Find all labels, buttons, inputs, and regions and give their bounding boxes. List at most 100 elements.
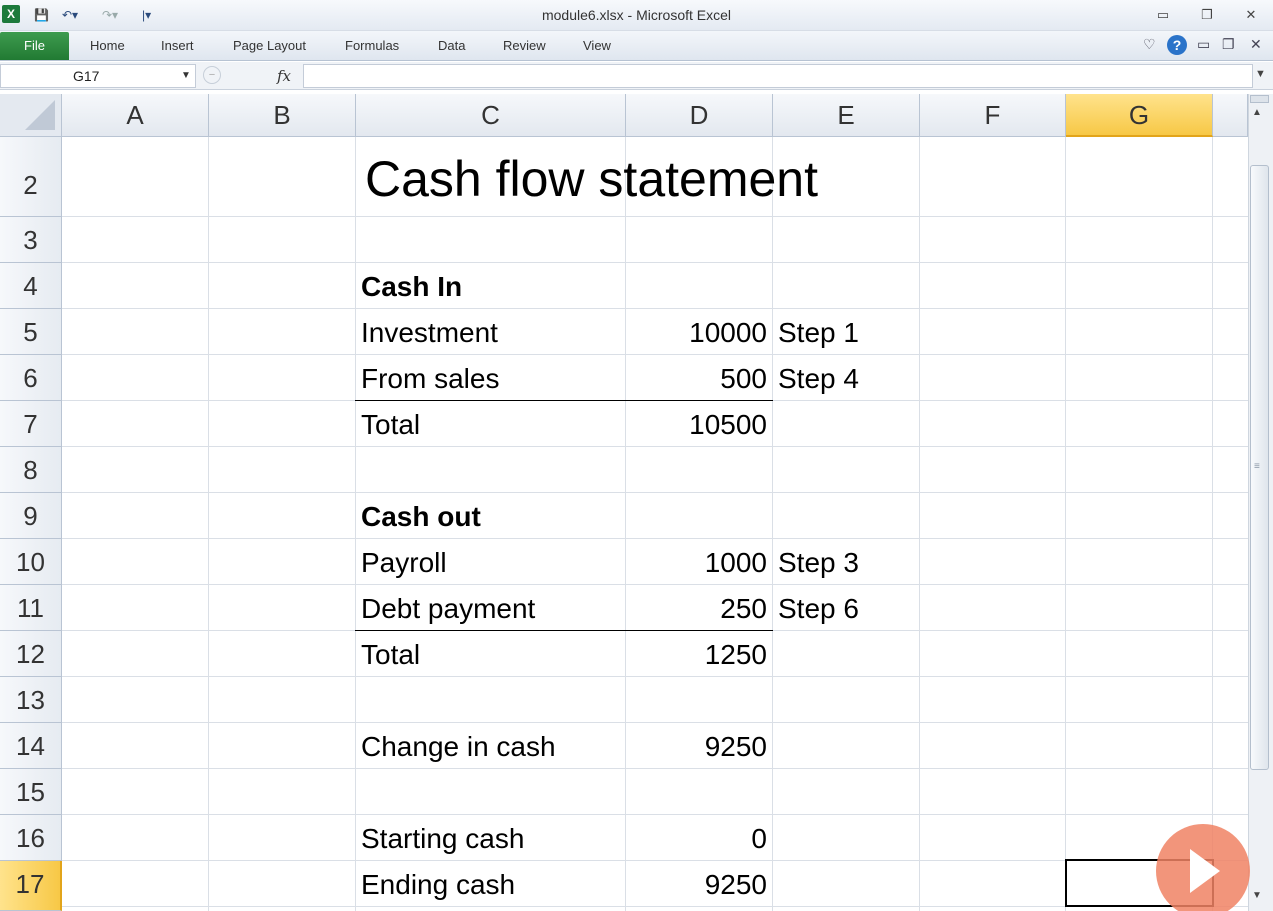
tab-page-layout[interactable]: Page Layout — [233, 38, 306, 53]
column-header-g[interactable]: G — [1066, 94, 1213, 137]
investment-label[interactable]: Investment — [361, 317, 498, 349]
payroll-value[interactable]: 1000 — [626, 547, 767, 579]
column-header-c[interactable]: C — [356, 94, 626, 137]
minimize-ribbon-icon[interactable]: ♡ — [1143, 36, 1156, 53]
restore-icon[interactable]: ❐ — [1194, 5, 1220, 25]
cash-in-header[interactable]: Cash In — [361, 271, 462, 303]
investment-note[interactable]: Step 1 — [778, 317, 859, 349]
file-tab[interactable]: File — [0, 32, 69, 60]
minimize-icon[interactable]: ▭ — [1150, 5, 1176, 25]
column-header-f[interactable]: F — [920, 94, 1066, 137]
row-header-16[interactable]: 16 — [0, 815, 62, 861]
payroll-note[interactable]: Step 3 — [778, 547, 859, 579]
column-header-partial[interactable] — [1213, 94, 1248, 137]
spreadsheet-grid[interactable]: A B C D E F G 2 3 4 5 6 7 8 9 10 11 12 1… — [0, 94, 1248, 911]
gridline — [62, 446, 1248, 447]
tab-view[interactable]: View — [583, 38, 611, 53]
cash-out-header[interactable]: Cash out — [361, 501, 481, 533]
row-header-14[interactable]: 14 — [0, 723, 62, 769]
row-header-6[interactable]: 6 — [0, 355, 62, 401]
row-header-11[interactable]: 11 — [0, 585, 62, 631]
gridline — [62, 308, 1248, 309]
ending-cash-value[interactable]: 9250 — [626, 869, 767, 901]
row-header-8[interactable]: 8 — [0, 447, 62, 493]
row-header-15[interactable]: 15 — [0, 769, 62, 815]
column-header-d[interactable]: D — [626, 94, 773, 137]
cash-out-total-label[interactable]: Total — [361, 639, 420, 671]
row-header-3[interactable]: 3 — [0, 217, 62, 263]
gridline — [625, 137, 626, 911]
row-header-4[interactable]: 4 — [0, 263, 62, 309]
formula-bar: G17 ▼ − fx ▼ — [0, 62, 1273, 90]
close-icon[interactable]: ✕ — [1238, 5, 1264, 25]
row-header-7[interactable]: 7 — [0, 401, 62, 447]
workbook-close-icon[interactable]: ✕ — [1250, 36, 1262, 53]
ending-cash-label[interactable]: Ending cash — [361, 869, 515, 901]
starting-cash-label[interactable]: Starting cash — [361, 823, 524, 855]
play-icon[interactable] — [1156, 824, 1250, 911]
tab-review[interactable]: Review — [503, 38, 546, 53]
window-title: module6.xlsx - Microsoft Excel — [541, 7, 732, 23]
workbook-restore-icon[interactable]: ❐ — [1222, 36, 1235, 53]
tab-data[interactable]: Data — [438, 38, 465, 53]
scroll-up-icon[interactable]: ▲ — [1252, 107, 1262, 118]
investment-value[interactable]: 10000 — [626, 317, 767, 349]
help-icon[interactable]: ? — [1167, 35, 1187, 55]
row-header-17[interactable]: 17 — [0, 861, 62, 911]
sales-value[interactable]: 500 — [626, 363, 767, 395]
gridline — [62, 584, 1248, 585]
row-header-9[interactable]: 9 — [0, 493, 62, 539]
name-box[interactable]: G17 — [0, 64, 196, 88]
sales-label[interactable]: From sales — [361, 363, 499, 395]
gridline — [62, 492, 1248, 493]
debt-label[interactable]: Debt payment — [361, 593, 535, 625]
sheet-title[interactable]: Cash flow statement — [365, 150, 818, 208]
tab-home[interactable]: Home — [90, 38, 125, 53]
select-all-button[interactable] — [0, 94, 62, 137]
workbook-minimize-icon[interactable]: ▭ — [1197, 36, 1210, 53]
formula-cancel-icon[interactable]: − — [203, 66, 221, 84]
gridline — [62, 722, 1248, 723]
insert-function-button[interactable]: fx — [277, 67, 291, 85]
cash-out-total-value[interactable]: 1250 — [626, 639, 767, 671]
payroll-label[interactable]: Payroll — [361, 547, 447, 579]
title-bar: X 💾 ↶▾ ↷▾ |▾ module6.xlsx - Microsoft Ex… — [0, 0, 1273, 31]
split-box[interactable] — [1250, 95, 1269, 103]
gridline — [62, 768, 1248, 769]
row-header-10[interactable]: 10 — [0, 539, 62, 585]
formula-input[interactable] — [303, 64, 1253, 88]
row-header-2[interactable]: 2 — [0, 137, 62, 217]
gridline — [62, 538, 1248, 539]
total-border-line — [355, 630, 773, 631]
gridline — [1212, 137, 1213, 911]
tab-formulas[interactable]: Formulas — [345, 38, 399, 53]
column-header-a[interactable]: A — [62, 94, 209, 137]
name-box-dropdown-icon[interactable]: ▼ — [181, 70, 191, 81]
gridline — [62, 262, 1248, 263]
starting-cash-value[interactable]: 0 — [626, 823, 767, 855]
sales-note[interactable]: Step 4 — [778, 363, 859, 395]
gridline — [62, 216, 1248, 217]
tab-insert[interactable]: Insert — [161, 38, 194, 53]
gridline — [1065, 137, 1066, 911]
debt-value[interactable]: 250 — [626, 593, 767, 625]
row-header-12[interactable]: 12 — [0, 631, 62, 677]
gridline — [208, 137, 209, 911]
gridline — [62, 814, 1248, 815]
expand-formula-bar-icon[interactable]: ▼ — [1255, 68, 1266, 80]
scroll-down-icon[interactable]: ▼ — [1252, 890, 1262, 901]
gridline — [62, 676, 1248, 677]
row-header-5[interactable]: 5 — [0, 309, 62, 355]
debt-note[interactable]: Step 6 — [778, 593, 859, 625]
column-header-e[interactable]: E — [773, 94, 920, 137]
scrollbar-grip-icon: ≡ — [1254, 461, 1260, 472]
row-header-13[interactable]: 13 — [0, 677, 62, 723]
change-in-cash-value[interactable]: 9250 — [626, 731, 767, 763]
cash-in-total-value[interactable]: 10500 — [626, 409, 767, 441]
cash-in-total-label[interactable]: Total — [361, 409, 420, 441]
gridline — [772, 137, 773, 911]
gridline — [62, 354, 1248, 355]
change-in-cash-label[interactable]: Change in cash — [361, 731, 556, 763]
column-header-b[interactable]: B — [209, 94, 356, 137]
gridline — [919, 137, 920, 911]
